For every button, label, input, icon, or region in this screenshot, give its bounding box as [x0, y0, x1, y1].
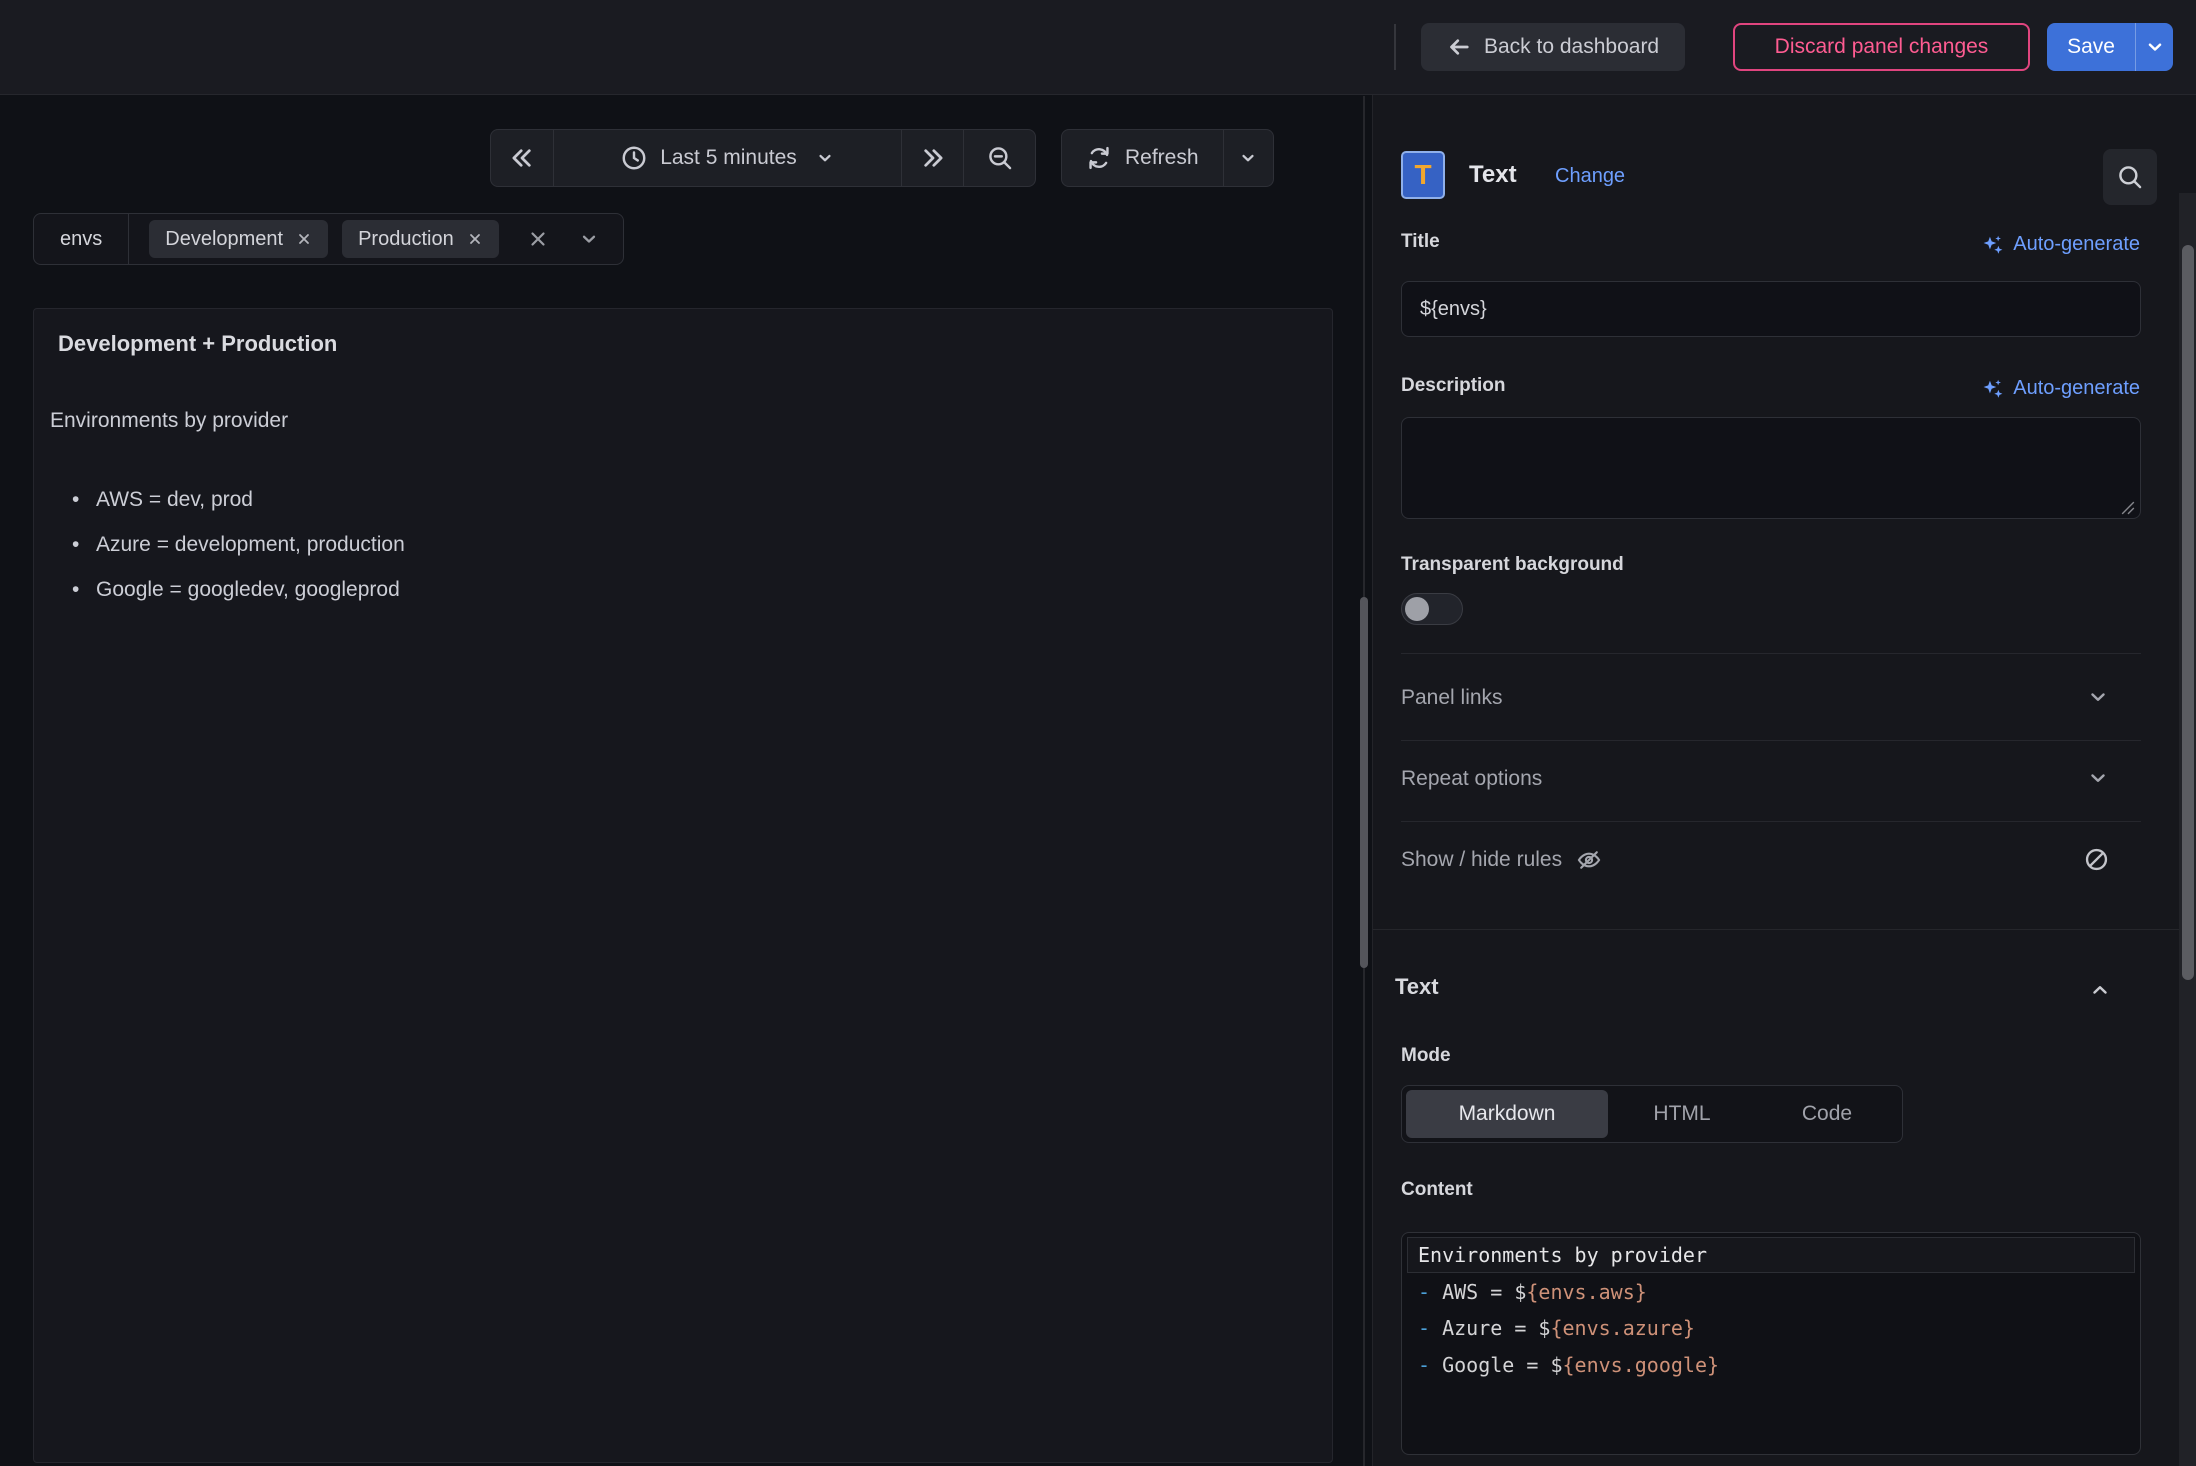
show-hide-rules-section[interactable]: Show / hide rules — [1373, 833, 2196, 887]
title-autogenerate-link[interactable]: Auto-generate — [1982, 233, 2140, 256]
content-label: Content — [1401, 1179, 1473, 1201]
time-range-picker-button[interactable]: Last 5 minutes — [553, 130, 901, 186]
repeat-options-section[interactable]: Repeat options — [1373, 753, 2196, 807]
variable-chip-development[interactable]: Development — [149, 220, 328, 258]
transparent-background-toggle[interactable] — [1401, 593, 1463, 625]
text-section-heading[interactable]: Text — [1395, 974, 1439, 1000]
save-button[interactable]: Save — [2047, 23, 2135, 71]
top-bar: Back to dashboard Discard panel changes … — [0, 0, 2196, 95]
mode-option-code[interactable]: Code — [1756, 1090, 1898, 1138]
mode-option-markdown[interactable]: Markdown — [1406, 1090, 1608, 1138]
chevron-down-icon — [1239, 149, 1257, 167]
time-shift-back-button[interactable] — [491, 130, 553, 186]
options-scrollbar-thumb[interactable] — [2182, 245, 2194, 980]
panel-title: Development + Production — [58, 331, 337, 357]
save-options-chevron-button[interactable] — [2135, 23, 2173, 71]
chevron-down-icon[interactable] — [579, 229, 599, 249]
viz-icon-letter: T — [1414, 159, 1431, 191]
title-input[interactable] — [1401, 281, 2141, 337]
clock-icon — [621, 145, 647, 171]
chevron-up-icon[interactable] — [2089, 979, 2111, 1001]
variable-chip-production[interactable]: Production — [342, 220, 499, 258]
double-chevron-left-icon — [509, 145, 535, 171]
panel-body-heading: Environments by provider — [50, 409, 288, 433]
close-icon[interactable] — [296, 231, 312, 247]
double-chevron-right-icon — [920, 145, 946, 171]
refresh-controls: Refresh — [1061, 129, 1274, 187]
panel-options-pane: T Text Change Title Auto-generate Descri… — [1372, 95, 2196, 1466]
time-shift-forward-button[interactable] — [901, 130, 963, 186]
arrow-left-icon — [1447, 35, 1471, 59]
ban-circle-icon — [2083, 846, 2110, 873]
list-item: AWS = dev, prod — [96, 477, 405, 522]
refresh-button[interactable]: Refresh — [1062, 130, 1223, 186]
eye-off-icon — [1576, 847, 1602, 873]
divider — [1401, 740, 2141, 741]
autogenerate-label: Auto-generate — [2013, 377, 2140, 400]
back-to-dashboard-button[interactable]: Back to dashboard — [1421, 23, 1685, 71]
time-zoom-out-button[interactable] — [963, 130, 1035, 186]
description-autogenerate-link[interactable]: Auto-generate — [1982, 377, 2140, 400]
toggle-knob — [1405, 597, 1429, 621]
description-field-label: Description — [1401, 375, 1506, 397]
magnifier-minus-icon — [987, 145, 1013, 171]
refresh-label: Refresh — [1125, 146, 1199, 170]
ai-sparkles-icon — [1982, 234, 2004, 256]
title-field-label: Title — [1401, 231, 1440, 253]
time-range-label: Last 5 minutes — [660, 146, 797, 170]
content-code-editor[interactable]: Environments by provider- AWS = ${envs.a… — [1401, 1232, 2141, 1455]
section-divider — [1373, 929, 2196, 930]
mode-label: Mode — [1401, 1045, 1451, 1067]
search-options-button[interactable] — [2103, 149, 2157, 205]
discard-panel-changes-button[interactable]: Discard panel changes — [1733, 23, 2030, 71]
description-textarea[interactable] — [1401, 417, 2141, 519]
dashboard-scrollbar-thumb[interactable] — [1360, 597, 1368, 968]
chevron-down-icon — [2087, 686, 2109, 708]
panel-links-section[interactable]: Panel links — [1373, 672, 2196, 726]
panel-bullet-list: AWS = dev, prod Azure = development, pro… — [96, 477, 405, 612]
topbar-divider — [1394, 24, 1396, 70]
change-visualization-link[interactable]: Change — [1555, 165, 1625, 188]
save-split-button: Save — [2047, 23, 2173, 71]
text-panel-preview[interactable]: Development + Production Environments by… — [33, 308, 1333, 1463]
repeat-options-label: Repeat options — [1401, 767, 1542, 791]
code-line: - Google = ${envs.google} — [1418, 1347, 2130, 1384]
mode-radio-group: Markdown HTML Code — [1401, 1085, 1903, 1143]
list-item: Azure = development, production — [96, 522, 405, 567]
code-line: - Azure = ${envs.azure} — [1418, 1310, 2130, 1347]
code-line: Environments by provider — [1418, 1237, 2130, 1274]
editor-code-lines[interactable]: Environments by provider- AWS = ${envs.a… — [1418, 1237, 2130, 1383]
autogenerate-label: Auto-generate — [2013, 233, 2140, 256]
chevron-down-icon — [2087, 767, 2109, 789]
clear-all-icon[interactable] — [527, 228, 549, 250]
back-to-dashboard-label: Back to dashboard — [1484, 35, 1659, 59]
show-hide-rules-label: Show / hide rules — [1401, 848, 1562, 872]
divider — [1401, 821, 2141, 822]
variable-name-label: envs — [34, 214, 129, 264]
text-visualization-icon: T — [1401, 151, 1445, 199]
refresh-interval-chevron-button[interactable] — [1223, 130, 1273, 186]
close-icon[interactable] — [467, 231, 483, 247]
chevron-down-icon — [816, 149, 834, 167]
refresh-icon — [1086, 145, 1112, 171]
variable-values: Development Production — [129, 214, 622, 264]
transparent-background-label: Transparent background — [1401, 554, 1624, 576]
visualization-type-label: Text — [1469, 161, 1517, 189]
variable-chip-label: Development — [165, 228, 283, 251]
code-line: - AWS = ${envs.aws} — [1418, 1274, 2130, 1311]
mode-option-html[interactable]: HTML — [1608, 1090, 1756, 1138]
time-range-controls: Last 5 minutes — [490, 129, 1036, 187]
variable-envs-picker: envs Development Production — [33, 213, 624, 265]
panel-links-label: Panel links — [1401, 686, 1503, 710]
chevron-down-icon — [2145, 37, 2165, 57]
ai-sparkles-icon — [1982, 378, 2004, 400]
variable-chip-label: Production — [358, 228, 454, 251]
list-item: Google = googledev, googleprod — [96, 567, 405, 612]
divider — [1401, 653, 2141, 654]
search-icon — [2117, 164, 2143, 190]
